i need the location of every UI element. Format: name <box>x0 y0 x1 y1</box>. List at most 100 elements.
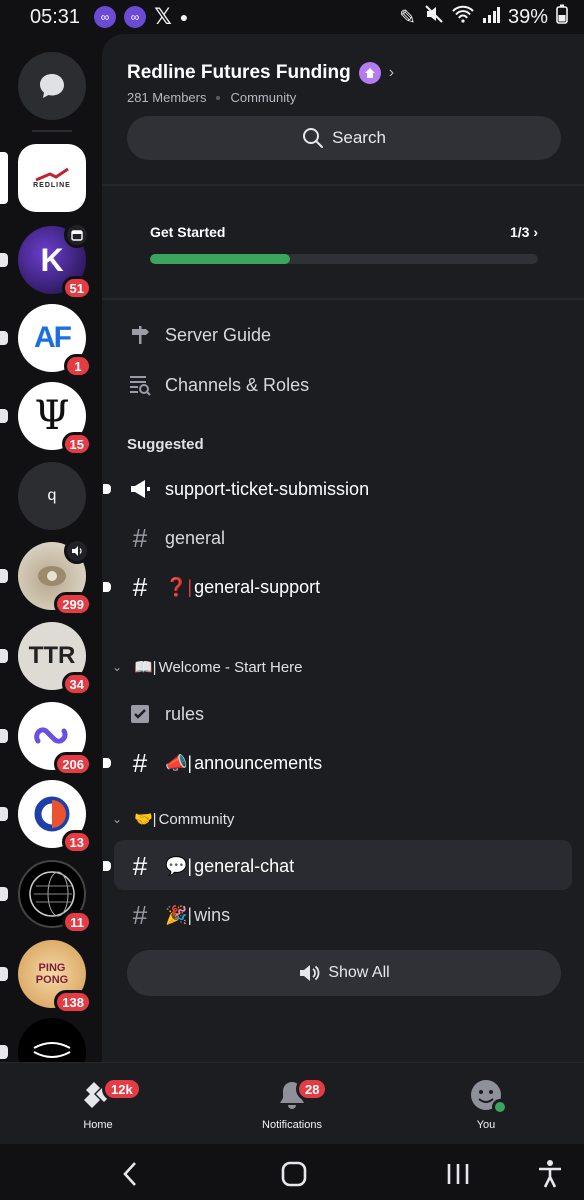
battery-icon <box>556 4 568 30</box>
meta-separator <box>216 95 221 100</box>
chevron-down-icon: ⌄ <box>112 812 123 826</box>
server-q-label: q <box>47 487 57 504</box>
channel-emoji: 📣| <box>165 752 193 773</box>
server-af[interactable]: AF 1 <box>0 304 92 378</box>
server-psi[interactable]: Ψ 15 <box>0 382 92 456</box>
channel-name: general-support <box>194 576 321 597</box>
channel-name: announcements <box>194 752 323 773</box>
channel-name: rules <box>165 703 205 724</box>
server-speaker[interactable]: 299 <box>0 538 92 616</box>
server-q[interactable]: q <box>18 462 86 530</box>
channels-roles-link[interactable]: Channels & Roles <box>127 372 309 398</box>
direct-messages-button[interactable] <box>18 52 86 120</box>
mention-badge: 15 <box>61 432 92 456</box>
channel-name: support-ticket-submission <box>165 478 370 499</box>
mention-badge: 206 <box>54 752 92 776</box>
server-ttr[interactable]: TTR 34 <box>0 622 92 696</box>
home-icon: 12k <box>80 1077 142 1113</box>
server-globe[interactable]: 11 <box>0 860 92 934</box>
server-header[interactable]: Redline Futures Funding › 281 Members Co… <box>127 62 394 105</box>
voice-active-icon <box>64 538 90 564</box>
server-ping-pong-logo: PING PONG <box>35 961 69 986</box>
chevron-right-icon: › <box>388 64 395 81</box>
home-system-button[interactable] <box>274 1154 314 1194</box>
channel-general[interactable]: # general <box>127 525 225 551</box>
channel-emoji: 🎉| <box>165 904 193 925</box>
accessibility-icon <box>539 1160 561 1188</box>
pen-icon: ✎ <box>399 6 416 29</box>
back-button[interactable] <box>110 1154 150 1194</box>
rules-checkbox-icon <box>127 701 153 727</box>
get-started-row: Get Started 1/3 › <box>150 224 538 240</box>
notifications-badge: 28 <box>296 1077 329 1101</box>
server-redline[interactable]: REDLINE <box>0 144 86 212</box>
unread-indicator <box>103 758 111 768</box>
mention-badge: 11 <box>62 910 92 934</box>
circle-logo-icon <box>34 796 70 832</box>
nav-home[interactable]: 12k Home <box>38 1077 158 1131</box>
mention-badge: 1 <box>64 354 92 378</box>
progress-bar-fill <box>150 254 290 264</box>
server-kk[interactable]: K 51 <box>0 222 92 300</box>
channel-announcements[interactable]: # 📣| announcements <box>103 750 323 776</box>
unread-indicator <box>0 729 8 743</box>
unread-indicator <box>0 253 8 267</box>
unread-indicator <box>0 1045 8 1059</box>
server-ping-pong[interactable]: PING PONG 138 <box>0 940 92 1014</box>
server-link[interactable]: 206 <box>0 702 92 776</box>
boost-icon <box>358 62 381 84</box>
nav-you[interactable]: You <box>426 1077 546 1131</box>
channel-rules[interactable]: rules <box>127 701 204 727</box>
server-guide-link[interactable]: Server Guide <box>127 322 271 348</box>
event-icon <box>64 222 90 248</box>
unread-indicator <box>103 484 111 494</box>
channel-wins[interactable]: # 🎉| wins <box>127 902 230 928</box>
channel-support-ticket-submission[interactable]: support-ticket-submission <box>103 476 370 502</box>
unread-indicator <box>0 649 8 663</box>
rail-separator <box>32 130 72 132</box>
unread-indicator <box>0 331 8 345</box>
online-status-icon <box>492 1099 508 1115</box>
server-title-row: Redline Futures Funding › <box>127 62 394 84</box>
channel-list-search-icon <box>127 372 153 398</box>
unread-indicator <box>0 887 8 901</box>
search-button[interactable]: Search <box>127 116 561 160</box>
megaphone-icon <box>127 476 153 502</box>
mention-badge: 299 <box>54 592 92 616</box>
accessibility-button[interactable] <box>530 1154 570 1194</box>
member-count: 281 Members <box>127 90 207 105</box>
server-guide-label: Server Guide <box>165 324 272 345</box>
speaker-logo-icon <box>38 566 66 586</box>
category-community[interactable]: ⌄ 🤝| Community <box>112 810 234 829</box>
server-kk-logo: K <box>40 241 64 278</box>
server-wave[interactable] <box>0 1018 86 1062</box>
nav-you-label: You <box>476 1119 496 1131</box>
unread-indicator <box>0 409 8 423</box>
unread-indicator <box>103 582 111 592</box>
channel-emoji: ❓| <box>165 576 193 597</box>
wifi-icon <box>452 5 474 29</box>
nav-notifications[interactable]: 28 Notifications <box>232 1077 352 1131</box>
show-all-button[interactable]: Show All <box>127 950 561 996</box>
spacer <box>102 638 584 640</box>
divider <box>102 298 584 300</box>
channel-general-chat[interactable]: # 💬| general-chat <box>103 853 294 879</box>
channel-panel: Redline Futures Funding › 281 Members Co… <box>102 34 584 1062</box>
get-started-progress-text: 1/3 <box>509 224 530 240</box>
channel-general-support[interactable]: # ❓| general-support <box>103 574 321 600</box>
status-bar: 05:31 ∞ ∞ 𝕏 ● ✎ 39% <box>0 0 584 34</box>
category-welcome[interactable]: ⌄ 📖| Welcome - Start Here <box>112 658 303 677</box>
home-square-icon <box>281 1161 307 1187</box>
app-notification-icon: ∞ <box>94 6 117 28</box>
server-circle[interactable]: 13 <box>0 780 92 854</box>
status-time: 05:31 <box>30 5 81 28</box>
hashtag-icon: # <box>132 523 148 553</box>
get-started-card[interactable]: Get Started 1/3 › <box>150 224 538 264</box>
divider <box>102 184 584 186</box>
server-ttr-logo: TTR <box>28 642 76 669</box>
recents-icon <box>447 1164 469 1184</box>
recents-button[interactable] <box>438 1154 478 1194</box>
progress-bar <box>150 254 538 264</box>
mention-badge: 138 <box>54 990 92 1014</box>
server-meta: 281 Members Community <box>127 90 394 105</box>
